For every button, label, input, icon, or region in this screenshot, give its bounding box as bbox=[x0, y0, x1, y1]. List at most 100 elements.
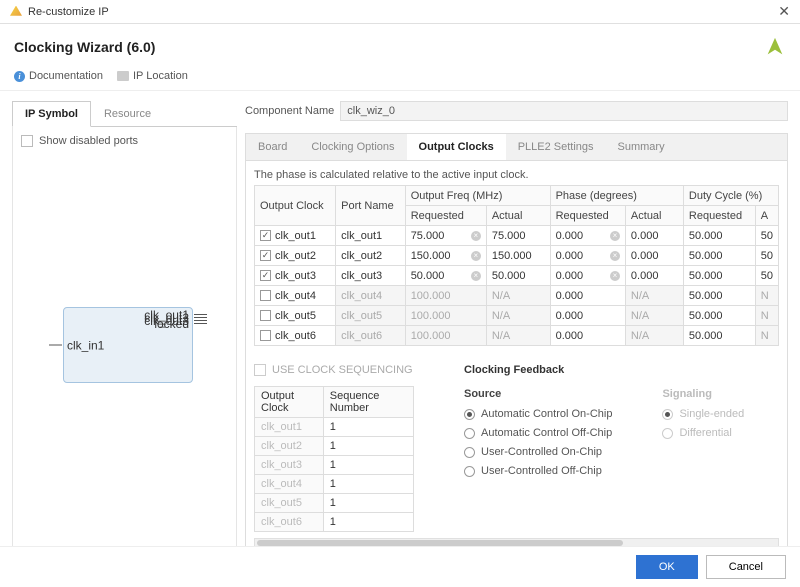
th-port-name: Port Name bbox=[336, 186, 406, 226]
tab-board[interactable]: Board bbox=[246, 134, 299, 160]
source-column: Source Automatic Control On-Chip Automat… bbox=[464, 388, 612, 484]
source-option-3[interactable]: User-Controlled Off-Chip bbox=[464, 465, 612, 477]
radio-icon bbox=[662, 428, 673, 439]
table-row: clk_out6clk_out6100.000N/A0.000N/A50.000… bbox=[255, 326, 779, 346]
seq-row: clk_out51 bbox=[255, 494, 414, 513]
clear-icon[interactable]: × bbox=[471, 231, 481, 241]
seq-row: clk_out21 bbox=[255, 437, 414, 456]
sequence-table: Output Clock Sequence Number clk_out11cl… bbox=[254, 386, 414, 532]
feedback-section: Clocking Feedback Source Automatic Contr… bbox=[464, 364, 779, 532]
table-row: ✓clk_out3clk_out350.000×50.0000.000×0.00… bbox=[255, 266, 779, 286]
component-name-row: Component Name bbox=[245, 101, 788, 121]
tab-plle2-settings[interactable]: PLLE2 Settings bbox=[506, 134, 606, 160]
close-icon[interactable]: ✕ bbox=[778, 3, 790, 20]
documentation-label: Documentation bbox=[29, 70, 103, 82]
cancel-button[interactable]: Cancel bbox=[706, 555, 786, 579]
documentation-link[interactable]: i Documentation bbox=[14, 70, 103, 82]
use-clock-sequencing-label: USE CLOCK SEQUENCING bbox=[272, 364, 413, 376]
page-title: Clocking Wizard (6.0) bbox=[14, 39, 155, 55]
seq-row: clk_out11 bbox=[255, 418, 414, 437]
th-phase: Phase (degrees) bbox=[550, 186, 683, 206]
enable-checkbox[interactable] bbox=[260, 330, 271, 341]
table-row: clk_out5clk_out5100.000N/A0.000N/A50.000… bbox=[255, 306, 779, 326]
app-icon bbox=[10, 6, 22, 18]
enable-checkbox[interactable]: ✓ bbox=[260, 250, 271, 261]
clear-icon[interactable]: × bbox=[471, 271, 481, 281]
feedback-title: Clocking Feedback bbox=[464, 364, 779, 376]
use-clock-sequencing-checkbox[interactable] bbox=[254, 364, 266, 376]
signaling-column: Signaling Single-ended Differential bbox=[662, 388, 744, 484]
toolbar: i Documentation IP Location bbox=[0, 66, 800, 91]
output-clocks-table: Output Clock Port Name Output Freq (MHz)… bbox=[254, 185, 779, 346]
source-option-1[interactable]: Automatic Control Off-Chip bbox=[464, 427, 612, 439]
left-tab-row: IP Symbol Resource bbox=[12, 101, 237, 127]
clear-icon[interactable]: × bbox=[610, 251, 620, 261]
footer: OK Cancel bbox=[0, 546, 800, 587]
th-output-clock: Output Clock bbox=[255, 186, 336, 226]
seq-row: clk_out41 bbox=[255, 475, 414, 494]
show-disabled-checkbox[interactable] bbox=[21, 135, 33, 147]
tab-output-clocks[interactable]: Output Clocks bbox=[407, 134, 506, 160]
signaling-label: Signaling bbox=[662, 388, 744, 400]
enable-checkbox[interactable] bbox=[260, 310, 271, 321]
info-icon: i bbox=[14, 71, 25, 82]
show-disabled-row: Show disabled ports bbox=[21, 135, 228, 147]
port-locked: locked bbox=[194, 323, 207, 324]
port-clk-in1: clk_in1 bbox=[49, 345, 62, 346]
table-row: clk_out4clk_out4100.000N/A0.000N/A50.000… bbox=[255, 286, 779, 306]
tab-summary[interactable]: Summary bbox=[606, 134, 677, 160]
window-title: Re-customize IP bbox=[28, 6, 109, 18]
th-duty: Duty Cycle (%) bbox=[683, 186, 778, 206]
seq-th-clock: Output Clock bbox=[255, 387, 324, 418]
radio-icon bbox=[662, 409, 673, 420]
seq-th-num: Sequence Number bbox=[323, 387, 413, 418]
right-tabs: Board Clocking Options Output Clocks PLL… bbox=[245, 133, 788, 160]
tab-clocking-options[interactable]: Clocking Options bbox=[299, 134, 406, 160]
table-row: ✓clk_out2clk_out2150.000×150.0000.000×0.… bbox=[255, 246, 779, 266]
th-phase-req: Requested bbox=[550, 206, 625, 226]
block-diagram: clk_in1 clk_out1 clk_out2 clk_out3 locke… bbox=[48, 307, 208, 383]
signaling-option-1: Differential bbox=[662, 427, 744, 439]
ok-button[interactable]: OK bbox=[636, 555, 698, 579]
seq-row: clk_out61 bbox=[255, 513, 414, 532]
component-name-input[interactable] bbox=[340, 101, 788, 121]
radio-icon bbox=[464, 428, 475, 439]
ip-location-link[interactable]: IP Location bbox=[117, 70, 188, 82]
right-panel: Component Name Board Clocking Options Ou… bbox=[245, 101, 788, 571]
ip-block: clk_in1 clk_out1 clk_out2 clk_out3 locke… bbox=[63, 307, 193, 383]
clear-icon[interactable]: × bbox=[471, 251, 481, 261]
radio-icon bbox=[464, 466, 475, 477]
tab-resource[interactable]: Resource bbox=[91, 101, 164, 126]
phase-note: The phase is calculated relative to the … bbox=[254, 169, 779, 181]
radio-icon bbox=[464, 447, 475, 458]
th-duty-req: Requested bbox=[683, 206, 755, 226]
vendor-logo-icon bbox=[764, 36, 786, 58]
enable-checkbox[interactable]: ✓ bbox=[260, 270, 271, 281]
output-clocks-content: The phase is calculated relative to the … bbox=[245, 160, 788, 571]
th-duty-act: A bbox=[755, 206, 778, 226]
clear-icon[interactable]: × bbox=[610, 271, 620, 281]
ip-location-label: IP Location bbox=[133, 70, 188, 82]
enable-checkbox[interactable]: ✓ bbox=[260, 230, 271, 241]
radio-icon bbox=[464, 409, 475, 420]
tab-ip-symbol[interactable]: IP Symbol bbox=[12, 101, 91, 127]
show-disabled-label: Show disabled ports bbox=[39, 135, 138, 147]
th-output-freq: Output Freq (MHz) bbox=[405, 186, 550, 206]
sequencing-section: USE CLOCK SEQUENCING Output Clock Sequen… bbox=[254, 364, 434, 532]
left-panel: IP Symbol Resource Show disabled ports c… bbox=[12, 101, 237, 571]
titlebar: Re-customize IP ✕ bbox=[0, 0, 800, 24]
ip-symbol-panel: Show disabled ports clk_in1 clk_out1 clk… bbox=[12, 127, 237, 571]
source-option-2[interactable]: User-Controlled On-Chip bbox=[464, 446, 612, 458]
enable-checkbox[interactable] bbox=[260, 290, 271, 301]
th-freq-act: Actual bbox=[486, 206, 550, 226]
signaling-option-0: Single-ended bbox=[662, 408, 744, 420]
source-label: Source bbox=[464, 388, 612, 400]
source-option-0[interactable]: Automatic Control On-Chip bbox=[464, 408, 612, 420]
th-freq-req: Requested bbox=[405, 206, 486, 226]
component-name-label: Component Name bbox=[245, 105, 334, 117]
seq-row: clk_out31 bbox=[255, 456, 414, 475]
clear-icon[interactable]: × bbox=[610, 231, 620, 241]
header: Clocking Wizard (6.0) bbox=[0, 24, 800, 66]
th-phase-act: Actual bbox=[625, 206, 683, 226]
folder-icon bbox=[117, 71, 129, 81]
